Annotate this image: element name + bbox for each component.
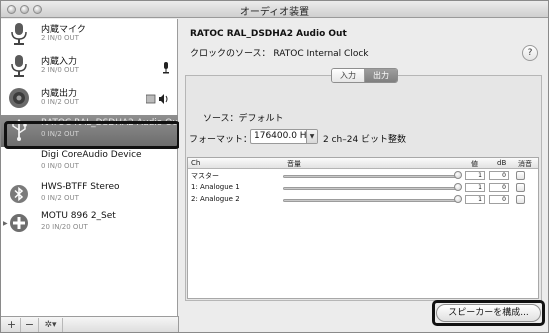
io-segmented-control: 入力 出力 — [331, 68, 398, 83]
device-channels: 0 IN/0 OUT — [41, 162, 79, 170]
microphone-small-icon — [162, 62, 170, 77]
source-label: ソース：デフォルト — [203, 114, 284, 124]
col-volume: 音量 — [287, 160, 301, 168]
db-value-field[interactable]: 0 — [489, 171, 509, 180]
volume-table: Ch 音量 値 dB 消音 マスター 1 0 1: Analogue 1 1 0 — [187, 157, 539, 299]
volume-slider-track[interactable] — [283, 199, 458, 202]
button-highlight — [432, 300, 545, 326]
channel-name: マスター — [191, 172, 219, 180]
device-item-builtin-input[interactable]: 内蔵入力 2 IN/0 OUT — [1, 51, 178, 83]
bluetooth-icon — [7, 182, 31, 206]
device-channels: 0 IN/2 OUT — [41, 194, 79, 202]
device-detail-pane: RATOC RAL_DSDHA2 Audio Out クロックのソース： RAT… — [179, 19, 548, 332]
db-value-field[interactable]: 0 — [489, 183, 509, 192]
device-title: RATOC RAL_DSDHA2 Audio Out — [190, 29, 347, 39]
channel-name: 2: Analogue 2 — [191, 195, 240, 203]
table-row: マスター 1 0 — [188, 171, 538, 181]
device-actions-menu-button[interactable]: ✲▾ — [39, 318, 63, 332]
table-header: Ch 音量 値 dB 消音 — [188, 158, 538, 169]
help-button[interactable]: ? — [522, 45, 538, 61]
volume-slider-knob[interactable] — [454, 171, 462, 179]
sidebar-toolbar: + − ✲▾ — [1, 316, 179, 332]
device-name: Digi CoreAudio Device — [41, 150, 142, 160]
device-item-digi-coreaudio[interactable]: Digi CoreAudio Device 0 IN/0 OUT — [1, 147, 178, 179]
microphone-icon — [7, 22, 31, 46]
title-bar: オーディオ装置 — [1, 1, 548, 18]
col-db: dB — [497, 159, 507, 167]
device-item-motu-896[interactable]: ▶ MOTU 896 2_Set 20 IN/20 OUT — [1, 208, 178, 240]
volume-value-field[interactable]: 1 — [465, 183, 485, 192]
channel-name: 1: Analogue 1 — [191, 183, 240, 191]
device-item-builtin-output[interactable]: 内蔵出力 0 IN/2 OUT — [1, 83, 178, 115]
db-value-field[interactable]: 0 — [489, 195, 509, 204]
device-channels: 0 IN/2 OUT — [41, 98, 79, 106]
device-name: MOTU 896 2_Set — [41, 211, 116, 221]
col-ch: Ch — [191, 159, 201, 167]
tab-output[interactable]: 出力 — [365, 69, 397, 82]
format-bits: 2 ch–24 ビット整数 — [323, 135, 407, 145]
volume-slider-knob[interactable] — [454, 183, 462, 191]
device-name: HWS-BTFF Stereo — [41, 182, 120, 192]
table-row: 2: Analogue 2 1 0 — [188, 195, 538, 205]
audio-devices-window: オーディオ装置 内蔵マイク 2 IN/0 OUT 内蔵入力 2 IN/0 OUT… — [0, 0, 549, 333]
format-label: フォーマット： — [189, 135, 253, 145]
volume-slider-track[interactable] — [283, 187, 458, 190]
volume-slider-knob[interactable] — [454, 195, 462, 203]
microphone-icon — [7, 54, 31, 78]
mute-checkbox[interactable] — [516, 195, 525, 204]
format-rate-select[interactable]: 176400.0 H ▼ — [250, 129, 318, 144]
mute-checkbox[interactable] — [516, 171, 525, 180]
volume-slider-track[interactable] — [283, 175, 458, 178]
volume-value-field[interactable]: 1 — [465, 171, 485, 180]
clock-source: クロックのソース： RATOC Internal Clock — [190, 49, 369, 59]
device-channels: 20 IN/20 OUT — [41, 223, 88, 231]
tab-input[interactable]: 入力 — [332, 69, 365, 82]
speaker-volume-icon — [145, 94, 170, 107]
device-channels: 2 IN/0 OUT — [41, 34, 79, 42]
add-device-button[interactable]: + — [3, 318, 21, 332]
format-rate-value: 176400.0 H — [254, 131, 307, 141]
table-row: 1: Analogue 1 1 0 — [188, 183, 538, 193]
device-item-hws-btff[interactable]: HWS-BTFF Stereo 0 IN/2 OUT — [1, 179, 178, 211]
device-list: 内蔵マイク 2 IN/0 OUT 内蔵入力 2 IN/0 OUT 内蔵出力 0 … — [1, 19, 181, 316]
mute-checkbox[interactable] — [516, 183, 525, 192]
speaker-icon — [7, 86, 31, 110]
aggregate-device-icon — [7, 211, 31, 235]
col-mute: 消音 — [518, 160, 532, 168]
chevron-down-icon: ▼ — [306, 130, 317, 143]
device-channels: 2 IN/0 OUT — [41, 66, 79, 74]
remove-device-button[interactable]: − — [21, 318, 39, 332]
volume-value-field[interactable]: 1 — [465, 195, 485, 204]
window-title: オーディオ装置 — [239, 7, 310, 18]
selection-highlight — [4, 121, 180, 149]
device-item-builtin-mic[interactable]: 内蔵マイク 2 IN/0 OUT — [1, 19, 178, 51]
col-value: 値 — [471, 160, 478, 168]
